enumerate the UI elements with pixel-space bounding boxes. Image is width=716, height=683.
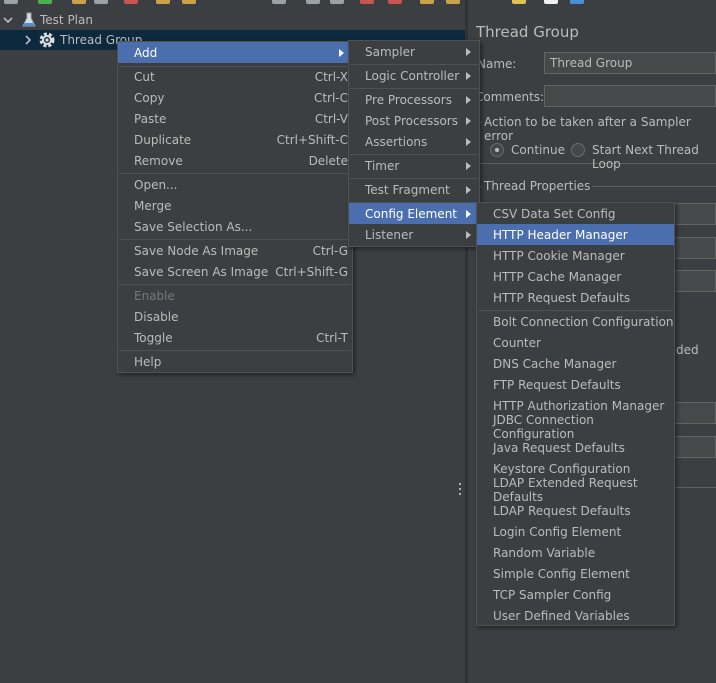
menu-item-toggle[interactable]: Toggle Ctrl-T <box>118 327 352 348</box>
menu-item-http-header-manager[interactable]: HTTP Header Manager <box>477 224 674 245</box>
menu-item-listener[interactable]: Listener <box>349 224 479 245</box>
gear-icon <box>39 32 55 48</box>
menu-item-csv-data-set-config[interactable]: CSV Data Set Config <box>477 203 674 224</box>
name-field[interactable]: Thread Group <box>544 52 716 74</box>
menu-item-dns-cache-manager[interactable]: DNS Cache Manager <box>477 353 674 374</box>
expand-icon[interactable] <box>272 0 286 4</box>
save-icon[interactable] <box>94 0 108 4</box>
menu-item-logic-controller[interactable]: Logic Controller <box>349 65 479 86</box>
menu-item-java-request-defaults[interactable]: Java Request Defaults <box>477 437 674 458</box>
menu-item-disable[interactable]: Disable <box>118 306 352 327</box>
shutdown-icon[interactable] <box>388 0 402 4</box>
menu-item-user-defined-variables[interactable]: User Defined Variables <box>477 605 674 626</box>
continue-radio[interactable] <box>490 143 504 157</box>
menu-item-http-cache-manager[interactable]: HTTP Cache Manager <box>477 266 674 287</box>
start-icon[interactable] <box>306 0 320 4</box>
menu-item-sampler[interactable]: Sampler <box>349 41 479 62</box>
name-label: Name: <box>477 57 517 71</box>
drag-handle-icon[interactable] <box>458 482 462 496</box>
copy-icon[interactable] <box>156 0 170 4</box>
clear-all-icon[interactable] <box>544 0 558 4</box>
menu-item-cut[interactable]: Cut Ctrl-X <box>118 66 352 87</box>
duration-field[interactable] <box>668 402 716 424</box>
chevron-right-icon <box>466 47 471 56</box>
chevron-right-icon <box>466 71 471 80</box>
menu-item-assertions[interactable]: Assertions <box>349 131 479 152</box>
chevron-right-icon <box>466 161 471 170</box>
comments-label: Comments: <box>475 90 545 104</box>
menu-item-test-fragment[interactable]: Test Fragment <box>349 179 479 200</box>
start-next-loop-label[interactable]: Start Next Thread Loop <box>592 143 716 171</box>
remote-start-icon[interactable] <box>420 0 434 4</box>
sampler-error-label: Action to be taken after a Sampler error <box>482 115 716 143</box>
menu-item-http-cookie-manager[interactable]: HTTP Cookie Manager <box>477 245 674 266</box>
menu-item-ftp-request-defaults[interactable]: FTP Request Defaults <box>477 374 674 395</box>
new-icon[interactable] <box>4 0 18 4</box>
tree-label-test-plan: Test Plan <box>40 13 93 27</box>
menu-item-merge[interactable]: Merge <box>118 195 352 216</box>
menu-item-help[interactable]: Help <box>118 351 352 372</box>
chevron-right-icon <box>339 48 344 57</box>
panel-title: Thread Group <box>476 23 579 41</box>
continue-label[interactable]: Continue <box>511 143 565 157</box>
chevron-right-icon <box>466 116 471 125</box>
menu-item-simple-config-element[interactable]: Simple Config Element <box>477 563 674 584</box>
stop-icon[interactable] <box>360 0 374 4</box>
menu-item-bolt-connection-configuration[interactable]: Bolt Connection Configuration <box>477 311 674 332</box>
menu-item-login-config-element[interactable]: Login Config Element <box>477 521 674 542</box>
menu-item-copy[interactable]: Copy Ctrl-C <box>118 87 352 108</box>
menu-item-paste[interactable]: Paste Ctrl-V <box>118 108 352 129</box>
chevron-down-icon[interactable] <box>2 14 14 26</box>
menu-item-ldap-extended-request-defaults[interactable]: LDAP Extended Request Defaults <box>477 476 674 504</box>
menu-item-ldap-request-defaults[interactable]: LDAP Request Defaults <box>477 500 674 521</box>
config-element-submenu: CSV Data Set Config HTTP Header Manager … <box>476 202 675 626</box>
menu-item-enable: Enable <box>134 288 175 303</box>
flask-icon <box>22 12 36 27</box>
menu-item-duplicate[interactable]: Duplicate Ctrl+Shift-C <box>118 129 352 150</box>
tree-node-test-plan[interactable]: Test Plan <box>0 10 465 30</box>
chevron-right-icon <box>466 185 471 194</box>
ramp-up-field[interactable] <box>668 237 716 259</box>
menu-item-pre-processors[interactable]: Pre Processors <box>349 89 479 110</box>
loop-count-field[interactable] <box>668 270 716 292</box>
cut-icon[interactable] <box>124 0 138 4</box>
paste-icon[interactable] <box>182 0 196 4</box>
clear-icon[interactable] <box>512 0 526 4</box>
menu-item-save-node-image[interactable]: Save Node As Image Ctrl-G <box>118 240 352 261</box>
thread-properties-label: Thread Properties <box>482 179 593 193</box>
menu-item-save-selection[interactable]: Save Selection As... <box>118 216 352 237</box>
menu-item-http-request-defaults[interactable]: HTTP Request Defaults <box>477 287 674 308</box>
partial-label: ded <box>676 343 699 357</box>
menu-item-save-screen-image[interactable]: Save Screen As Image Ctrl+Shift-G <box>118 261 352 282</box>
comments-field[interactable] <box>544 85 716 107</box>
startup-delay-field[interactable] <box>668 436 716 458</box>
chevron-right-icon <box>466 95 471 104</box>
start-next-loop-radio[interactable] <box>571 143 585 157</box>
menu-item-counter[interactable]: Counter <box>477 332 674 353</box>
menu-item-add[interactable]: Add <box>118 42 352 63</box>
menu-item-jdbc-connection-configuration[interactable]: JDBC Connection Configuration <box>477 413 674 441</box>
add-submenu: Sampler Logic Controller Pre Processors … <box>348 40 480 247</box>
menu-item-post-processors[interactable]: Post Processors <box>349 110 479 131</box>
menu-item-open[interactable]: Open... <box>118 174 352 195</box>
chevron-right-icon <box>466 230 471 239</box>
chevron-right-icon <box>466 209 471 218</box>
menu-item-config-element[interactable]: Config Element <box>349 203 479 224</box>
start-no-pause-icon[interactable] <box>330 0 344 4</box>
thread-count-field[interactable] <box>668 203 716 225</box>
chevron-right-icon <box>466 137 471 146</box>
templates-icon[interactable] <box>38 0 52 4</box>
chevron-right-icon[interactable] <box>22 34 34 46</box>
menu-item-random-variable[interactable]: Random Variable <box>477 542 674 563</box>
search-icon[interactable] <box>570 0 584 4</box>
context-menu: Add Cut Ctrl-X Copy Ctrl-C Paste Ctrl-V … <box>117 41 353 373</box>
remote-stop-icon[interactable] <box>446 0 460 4</box>
menu-item-timer[interactable]: Timer <box>349 155 479 176</box>
menu-item-remove[interactable]: Remove Delete <box>118 150 352 171</box>
menu-item-tcp-sampler-config[interactable]: TCP Sampler Config <box>477 584 674 605</box>
open-icon[interactable] <box>72 0 86 4</box>
